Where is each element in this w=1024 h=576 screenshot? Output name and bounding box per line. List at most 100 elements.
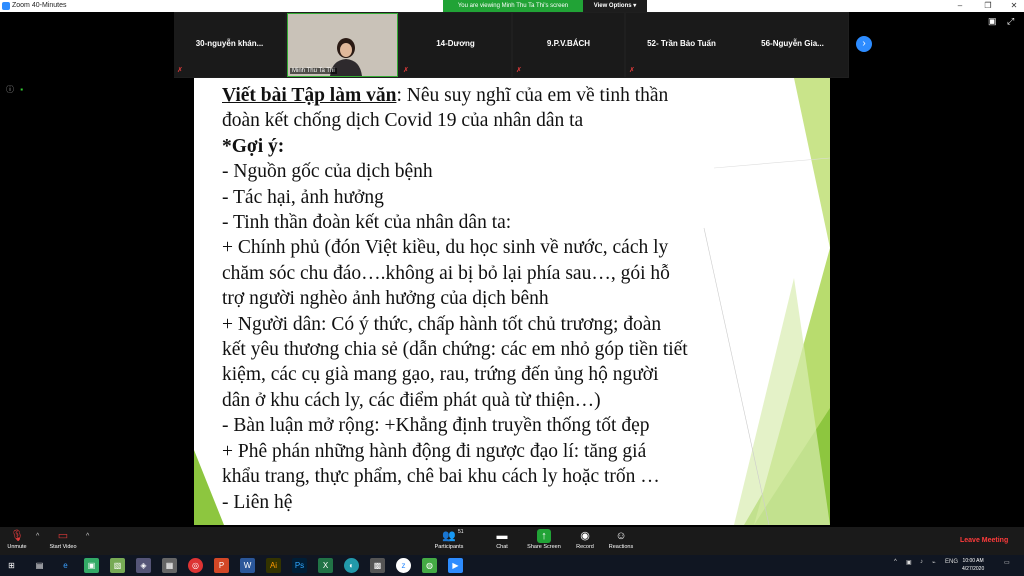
slide-line: - Tác hại, ảnh hưởng: [222, 186, 384, 208]
volume-icon[interactable]: ♪: [920, 559, 923, 565]
video-options-caret-icon[interactable]: ^: [86, 533, 89, 540]
participant-tile-video[interactable]: Minh Thu Ta Thi: [287, 13, 398, 77]
zoom-logo-icon: [2, 2, 10, 10]
minimize-button[interactable]: –: [952, 0, 968, 12]
slide-line: chăm sóc chu đáo….không ai bị bỏ lại phí…: [222, 262, 670, 284]
slide-line-heading: Viết bài Tập làm văn: Nêu suy nghĩ của e…: [222, 83, 742, 108]
zoom-active-icon[interactable]: ▶: [448, 558, 463, 573]
unmute-label: Unmute: [7, 544, 27, 550]
slide-heading-rest: : Nêu suy nghĩ của em về tinh thần: [396, 85, 669, 106]
maximize-button[interactable]: ❐: [980, 0, 996, 12]
start-video-button[interactable]: ▭ Start Video: [38, 529, 88, 550]
excel-icon[interactable]: X: [318, 558, 333, 573]
participant-strip: 30-nguyễn khán... ✗ Minh Thu Ta Thi 14-D…: [174, 12, 849, 78]
participants-button[interactable]: 👥 Participants: [424, 529, 474, 550]
participant-tile[interactable]: 56-Nguyễn Gia...: [737, 13, 848, 77]
participant-name: Minh Thu Ta Thi: [290, 68, 337, 74]
participant-name: 30-nguyễn khán...: [195, 39, 264, 48]
slide-line: kiệm, các cụ già mang gạo, rau, trứng đế…: [222, 364, 659, 386]
task-view-icon[interactable]: ▤: [32, 558, 47, 573]
chrome-icon[interactable]: ◎: [188, 558, 203, 573]
window-title: Zoom 40-Minutes: [12, 2, 67, 9]
slide-line: khẩu trang, thực phẩm, chê bai khu cách …: [222, 466, 660, 488]
slide-line: *Gợi ý:: [222, 135, 285, 157]
slide-line: - Bàn luận mở rộng: +Khẳng định truyền t…: [222, 415, 650, 437]
video-off-icon: ▭: [57, 530, 69, 542]
clock-time: 10:00 AM: [962, 558, 984, 564]
view-mode-icons: ▣ ⤢: [988, 16, 1014, 27]
participant-tile[interactable]: 14-Dương ✗: [400, 13, 511, 77]
notifications-icon[interactable]: ▭: [1004, 559, 1010, 566]
info-icon[interactable]: ⓘ: [6, 85, 14, 94]
muted-mic-icon: ✗: [629, 67, 635, 74]
zoom-window: Zoom 40-Minutes – ❐ ✕ You are viewing Mi…: [0, 0, 1024, 576]
share-screen-label: Share Screen: [527, 544, 561, 550]
start-video-label: Start Video: [49, 544, 77, 550]
slide-line: + Phê phán những hành động đi ngược đạo …: [222, 440, 647, 462]
participant-name: 14-Dương: [436, 39, 475, 48]
meeting-toolbar: 🎙 Unmute ^ ▭ Start Video ^ 👥 Participant…: [0, 527, 1024, 555]
record-icon: ◉: [580, 530, 590, 542]
leave-meeting-button[interactable]: Leave Meeting: [960, 537, 1008, 544]
slide-line: kết yêu thương chia sẻ (dẫn chứng: các e…: [222, 339, 688, 361]
participant-name: 52- Trần Bảo Tuấn: [647, 39, 716, 48]
share-screen-icon: ↑: [537, 529, 551, 543]
participant-tile[interactable]: 9.P.V.BÁCH ✗: [513, 13, 624, 77]
app-icon[interactable]: ▩: [370, 558, 385, 573]
participant-name: 56-Nguyễn Gia...: [761, 39, 824, 48]
chat-label: Chat: [496, 544, 508, 550]
viewing-banner: You are viewing Minh Thu Ta Thi's screen: [443, 0, 583, 12]
participants-count: 51: [458, 529, 464, 535]
network-icon[interactable]: ⌁: [932, 559, 936, 566]
photos-icon[interactable]: ▧: [110, 558, 125, 573]
participants-label: Participants: [434, 544, 464, 550]
fullscreen-icon[interactable]: ⤢: [1007, 16, 1014, 26]
meeting-info-icons: ⓘ ▪: [6, 84, 23, 95]
participants-icon: 👥: [442, 530, 456, 542]
tray-chevron-icon[interactable]: ^: [894, 559, 897, 565]
slide-line: + Chính phủ (đón Việt kiều, du học sinh …: [222, 237, 669, 259]
participant-tile[interactable]: 52- Trần Bảo Tuấn ✗: [626, 13, 737, 77]
shared-screen-slide: Viết bài Tập làm văn: Nêu suy nghĩ của e…: [194, 78, 830, 525]
lock-icon[interactable]: ▪: [20, 85, 23, 94]
muted-mic-icon: ✗: [403, 67, 409, 74]
slide-line: - Liên hệ: [222, 491, 293, 513]
participant-name: 9.P.V.BÁCH: [546, 39, 591, 48]
app-icon[interactable]: ▦: [162, 558, 177, 573]
slide-line: - Tinh thần đoàn kết của nhân dân ta:: [222, 212, 512, 234]
store-icon[interactable]: ▣: [84, 558, 99, 573]
app-icon[interactable]: ◍: [422, 558, 437, 573]
clock[interactable]: 10:00 AM 4/27/2020: [962, 557, 984, 573]
powerpoint-icon[interactable]: P: [214, 558, 229, 573]
slide-heading: Viết bài Tập làm văn: [222, 85, 397, 106]
app-icon[interactable]: ◐: [344, 558, 359, 573]
muted-mic-icon: ✗: [516, 67, 522, 74]
illustrator-icon[interactable]: Ai: [266, 558, 281, 573]
tray-app-icon[interactable]: ▣: [906, 559, 912, 566]
app-icon[interactable]: ◈: [136, 558, 151, 573]
start-menu-icon[interactable]: ⊞: [4, 558, 19, 573]
slide-text: Viết bài Tập làm văn: Nêu suy nghĩ của e…: [222, 83, 742, 515]
word-icon[interactable]: W: [240, 558, 255, 573]
layout-icon[interactable]: ▣: [988, 16, 997, 26]
muted-mic-icon: ✗: [177, 67, 183, 74]
photoshop-icon[interactable]: Ps: [292, 558, 307, 573]
participant-tile[interactable]: 30-nguyễn khán... ✗: [174, 13, 285, 77]
zoom-app-icon[interactable]: z: [396, 558, 411, 573]
language-indicator[interactable]: ENG: [945, 559, 958, 565]
slide-line: - Nguồn gốc của dịch bệnh: [222, 161, 433, 183]
reactions-icon: ☺: [615, 530, 627, 542]
reactions-button[interactable]: ☺ Reactions: [596, 529, 646, 550]
close-button[interactable]: ✕: [1006, 0, 1022, 12]
record-label: Record: [576, 544, 594, 550]
slide-line: + Người dân: Có ý thức, chấp hành tốt ch…: [222, 313, 662, 335]
muted-mic-icon: 🎙: [10, 530, 24, 542]
chat-icon: ▬: [496, 530, 508, 542]
clock-date: 4/27/2020: [962, 566, 985, 572]
slide-line: trợ người nghèo ảnh hưởng của dịch bênh: [222, 288, 549, 310]
view-options-button[interactable]: View Options ▾: [583, 0, 647, 12]
edge-icon[interactable]: e: [58, 558, 73, 573]
next-page-arrow-icon[interactable]: ›: [856, 36, 872, 52]
windows-taskbar: ⊞ ▤ e ▣ ▧ ◈ ▦ ◎ P W Ai Ps X ◐ ▩ z ◍ ▶ ^ …: [0, 555, 1024, 576]
slide-line: dân ở khu cách ly, các điểm phát quà từ …: [222, 389, 601, 411]
